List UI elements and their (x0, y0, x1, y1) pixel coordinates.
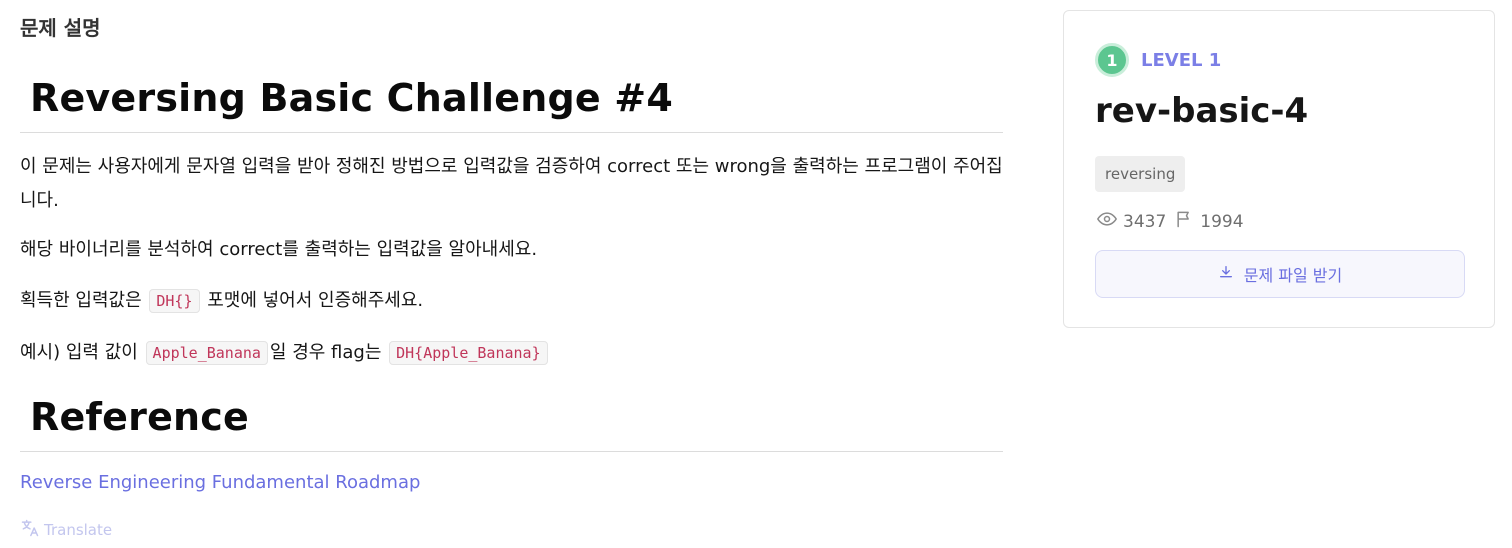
views-stat: 3437 (1097, 209, 1166, 234)
inline-code: Apple_Banana (145, 341, 268, 365)
translate-icon (20, 518, 40, 542)
level-badge: 1 (1095, 43, 1129, 77)
solves-count: 1994 (1200, 211, 1244, 232)
paragraph-text: 획득한 입력값은 (20, 290, 148, 311)
download-label: 문제 파일 받기 (1243, 266, 1343, 285)
inline-code: DH{} (149, 289, 200, 313)
eye-icon (1097, 209, 1117, 234)
paragraph-text: 포맷에 넣어서 인증해주세요. (201, 290, 424, 311)
description-paragraph-2: 해당 바이너리를 분석하여 correct를 출력하는 입력값을 알아내세요. (20, 239, 538, 260)
description-paragraph-1: 이 문제는 사용자에게 문자열 입력을 받아 정해진 방법으로 입력값을 검증하… (20, 156, 1003, 211)
category-tag[interactable]: reversing (1095, 156, 1186, 192)
challenge-stats: 3437 1994 (1097, 209, 1244, 234)
divider (20, 451, 1003, 452)
flag-icon (1174, 209, 1194, 234)
level-indicator: 1 LEVEL 1 (1095, 43, 1221, 77)
section-label: 문제 설명 (20, 16, 101, 40)
translate-button[interactable]: Translate (20, 518, 112, 542)
paragraph-text: 예시) 입력 값이 (20, 342, 144, 363)
solves-stat: 1994 (1174, 209, 1244, 234)
download-icon (1218, 264, 1234, 284)
translate-label: Translate (44, 521, 113, 539)
views-count: 3437 (1123, 211, 1167, 232)
divider (20, 132, 1003, 133)
challenge-info-card: 1 LEVEL 1 rev-basic-4 reversing 3437 199… (1063, 10, 1495, 328)
challenge-heading: Reversing Basic Challenge #4 (30, 76, 673, 120)
reference-heading: Reference (30, 395, 250, 439)
paragraph-text: 일 경우 flag는 (269, 342, 388, 363)
challenge-title: rev-basic-4 (1095, 91, 1309, 131)
reference-link[interactable]: Reverse Engineering Fundamental Roadmap (20, 472, 420, 493)
inline-code: DH{Apple_Banana} (389, 341, 548, 365)
download-file-button[interactable]: 문제 파일 받기 (1095, 250, 1465, 298)
level-label: LEVEL 1 (1141, 49, 1222, 71)
description-paragraph-4: 예시) 입력 값이 Apple_Banana 일 경우 flag는 DH{Appl… (20, 336, 1003, 370)
description-paragraph-3: 획득한 입력값은 DH{} 포맷에 넣어서 인증해주세요. (20, 284, 1003, 318)
